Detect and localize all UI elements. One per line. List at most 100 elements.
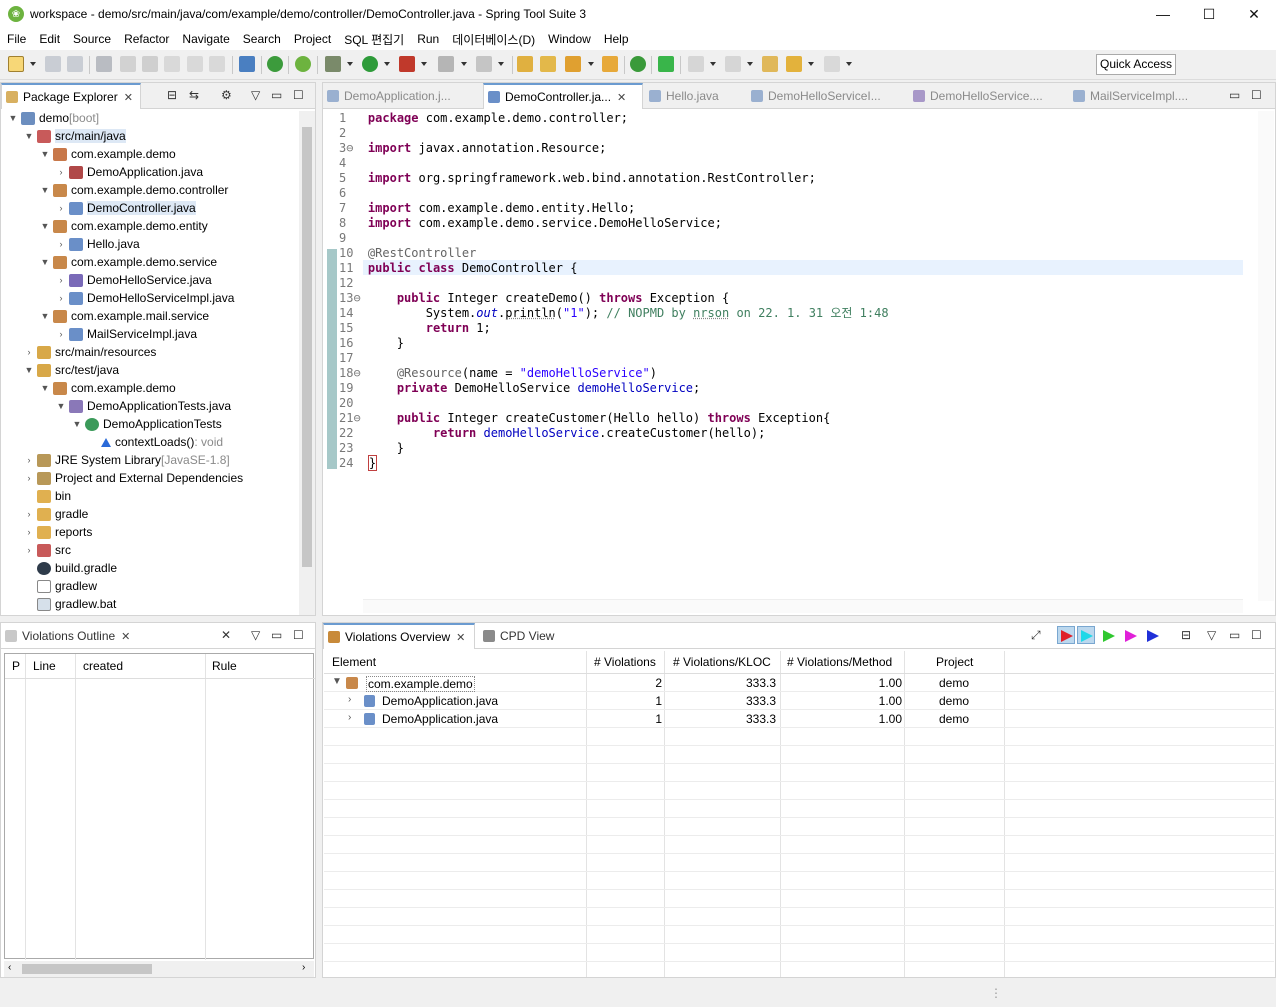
menu-navigate[interactable]: Navigate (177, 32, 237, 46)
column-header-method[interactable]: # Violations/Method (787, 655, 892, 669)
next-annotation-icon[interactable] (142, 56, 158, 72)
tree-item-demo[interactable]: ▼ demo [boot] (7, 109, 99, 127)
maximize-icon[interactable]: ☐ (293, 628, 304, 642)
tree-item-file[interactable]: ▼ DemoApplicationTests.java (55, 397, 231, 415)
tree-item-package[interactable]: ▼ com.example.demo (39, 379, 176, 397)
next-edit-dropdown-icon[interactable] (710, 62, 716, 66)
tab-package-explorer[interactable]: Package Explorer ✕ (1, 83, 141, 109)
back-dropdown-icon[interactable] (808, 62, 814, 66)
priority-3-icon[interactable] (1103, 630, 1115, 642)
close-icon[interactable]: ✕ (121, 630, 130, 643)
spring-icon[interactable] (295, 56, 311, 72)
close-icon[interactable]: ✕ (124, 91, 133, 104)
priority-5-icon[interactable] (1147, 630, 1159, 642)
menu-refactor[interactable]: Refactor (119, 32, 177, 46)
tree-item-folder[interactable]: › reports (23, 523, 92, 541)
pmd-check-icon[interactable] (630, 56, 646, 72)
quick-access-field[interactable]: Quick Access (1096, 54, 1176, 75)
tab-cpd-view[interactable]: CPD View (479, 623, 579, 649)
tree-item-class[interactable]: ▼ DemoApplicationTests (71, 415, 222, 433)
tree-item-folder[interactable]: bin (23, 487, 71, 505)
tree-item-file[interactable]: gradlew (23, 577, 97, 595)
clear-icon[interactable]: ⤢ (1031, 628, 1041, 643)
column-header-created[interactable]: created (83, 659, 123, 673)
tree-item-file[interactable]: › DemoApplication.java (55, 163, 203, 181)
tree-item-folder[interactable]: ▼ src/test/java (23, 361, 119, 379)
menu-window[interactable]: Window (543, 32, 599, 46)
tree-item-file[interactable]: › Hello.java (55, 235, 140, 253)
column-header-element[interactable]: Element (332, 655, 376, 669)
view-menu-icon[interactable]: ▽ (251, 88, 260, 102)
new-dropdown-icon[interactable] (30, 62, 36, 66)
maximize-icon[interactable]: ☐ (1251, 628, 1262, 642)
menu-database[interactable]: 데이터베이스(D) (447, 31, 543, 48)
menu-sql-editor[interactable]: SQL 편집기 (339, 31, 412, 48)
scrollbar-thumb[interactable] (302, 127, 312, 567)
minimize-icon[interactable]: ▭ (1229, 88, 1240, 102)
tree-item-package[interactable]: ▼ com.example.mail.service (39, 307, 209, 325)
tree-item-package[interactable]: ▼ com.example.demo.controller (39, 181, 228, 199)
tree-item-file[interactable]: › MailServiceImpl.java (55, 325, 197, 343)
pmd-toggle-icon[interactable] (658, 56, 674, 72)
prev-edit-icon[interactable] (725, 56, 741, 72)
close-icon[interactable]: ✕ (456, 631, 465, 644)
link-editor-icon[interactable]: ⇆ (189, 88, 199, 102)
minimize-button[interactable]: — (1140, 0, 1186, 28)
tab-violations-outline[interactable]: Violations Outline ✕ (1, 623, 151, 649)
code-text[interactable]: 1 package com.example.demo.controller; 2… (339, 111, 889, 471)
menu-search[interactable]: Search (238, 32, 289, 46)
horizontal-scrollbar[interactable]: ‹ › (4, 961, 314, 977)
tab-demo-controller[interactable]: DemoController.ja... ✕ (483, 83, 643, 109)
tree-item-folder[interactable]: › gradle (23, 505, 88, 523)
table-row[interactable]: › DemoApplication.java 1 333.3 1.00 demo (324, 693, 1274, 710)
stop-dropdown-icon[interactable] (461, 62, 467, 66)
editor-vertical-scrollbar[interactable] (1258, 111, 1274, 601)
forward-dropdown-icon[interactable] (846, 62, 852, 66)
new-icon[interactable] (8, 56, 24, 72)
search-icon[interactable] (565, 56, 581, 72)
scrollbar-thumb[interactable] (22, 964, 152, 974)
filters-icon[interactable]: ⚙ (221, 88, 232, 102)
column-header-project[interactable]: Project (936, 655, 973, 669)
console-icon[interactable] (239, 56, 255, 72)
annotation-icon[interactable] (120, 56, 136, 72)
editor-horizontal-scrollbar[interactable] (363, 599, 1243, 613)
tree-item-file[interactable]: › DemoController.java (55, 199, 196, 217)
tab-demo-application[interactable]: DemoApplication.j... (323, 83, 483, 109)
collapse-all-icon[interactable]: ⊟ (1181, 628, 1191, 642)
table-row[interactable]: › DemoApplication.java 1 333.3 1.00 demo (324, 711, 1274, 728)
prev-annotation-icon[interactable] (164, 56, 180, 72)
prev-edit-dropdown-icon[interactable] (747, 62, 753, 66)
tree-item-file[interactable]: › DemoHelloServiceImpl.java (55, 289, 234, 307)
tree-item-src-main-java[interactable]: ▼ src/main/java (23, 127, 126, 145)
maximize-icon[interactable]: ☐ (293, 88, 304, 102)
menu-help[interactable]: Help (599, 32, 637, 46)
show-whitespace-icon[interactable] (209, 56, 225, 72)
block-select-icon[interactable] (187, 56, 203, 72)
tab-demo-hello-service[interactable]: DemoHelloService.... (909, 83, 1069, 109)
view-menu-icon[interactable]: ▽ (1207, 628, 1216, 642)
forward-icon[interactable] (824, 56, 840, 72)
tree-item-method[interactable]: contextLoads() : void (101, 433, 223, 451)
maximize-icon[interactable]: ☐ (1251, 88, 1262, 102)
open-task-icon[interactable] (540, 56, 556, 72)
close-icon[interactable]: ✕ (617, 91, 626, 104)
tree-item-package[interactable]: ▼ com.example.demo.entity (39, 217, 208, 235)
tree-item-folder[interactable]: › src/main/resources (23, 343, 156, 361)
maximize-button[interactable]: ☐ (1186, 0, 1232, 28)
menu-edit[interactable]: Edit (34, 32, 68, 46)
open-type-icon[interactable] (517, 56, 533, 72)
collapse-all-icon[interactable]: ⊟ (167, 88, 177, 102)
save-icon[interactable] (45, 56, 61, 72)
tab-mail-service-impl[interactable]: MailServiceImpl.... (1069, 83, 1209, 109)
menu-file[interactable]: File (2, 32, 34, 46)
deploy-dropdown-icon[interactable] (498, 62, 504, 66)
minimize-icon[interactable]: ▭ (1229, 628, 1240, 642)
minimize-icon[interactable]: ▭ (271, 628, 282, 642)
toggle-mark-icon[interactable] (96, 56, 112, 72)
tree-item-library[interactable]: › Project and External Dependencies (23, 469, 243, 487)
tree-item-file[interactable]: › DemoHelloService.java (55, 271, 212, 289)
remove-violation-icon[interactable]: ✕ (221, 628, 231, 642)
tree-item-file[interactable]: gradlew.bat (23, 595, 116, 613)
minimize-icon[interactable]: ▭ (271, 88, 282, 102)
